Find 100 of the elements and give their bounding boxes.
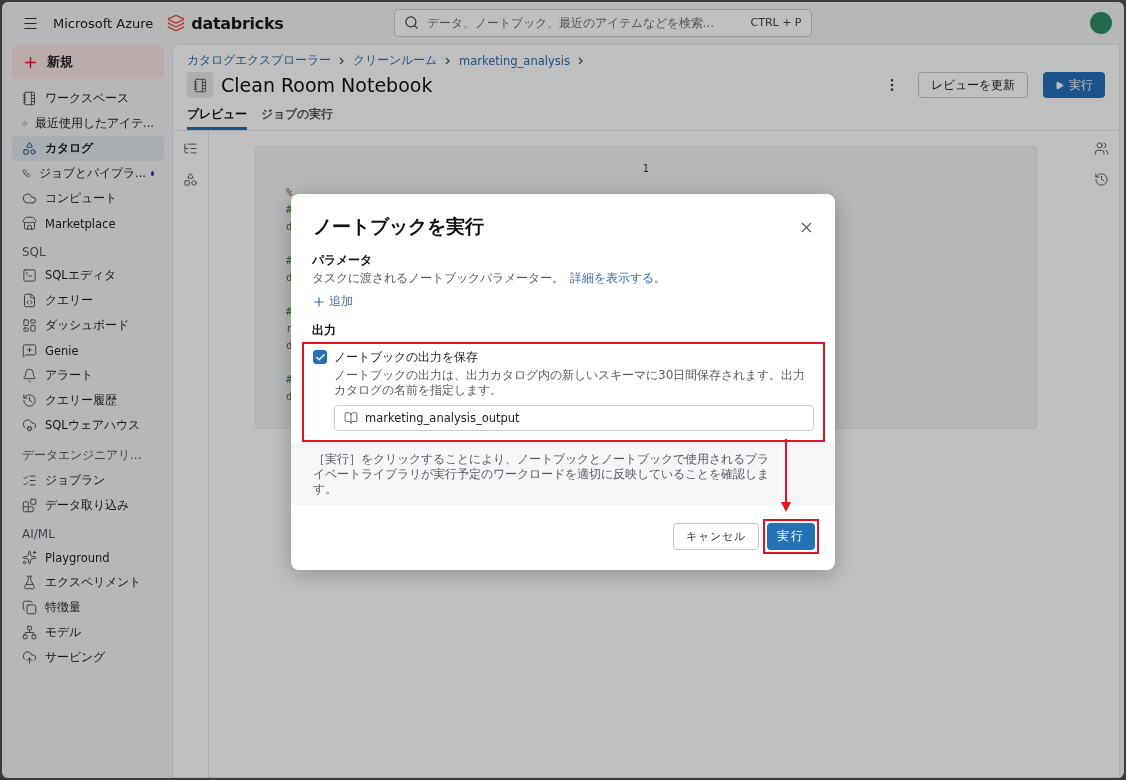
cloud-upload-icon [22, 650, 37, 665]
book-icon [344, 411, 358, 425]
sidebar-item[interactable]: コンピュート [12, 186, 164, 211]
chevron-icon [339, 56, 345, 65]
sidebar-item[interactable]: 最近使用したアイテ... [12, 111, 164, 136]
run-button[interactable]: 実行 [1043, 72, 1105, 98]
notebook-badge [187, 72, 213, 98]
dashboard-icon [22, 318, 37, 333]
review-button[interactable]: レビューを更新 [918, 72, 1028, 98]
sidebar-item[interactable]: ワークスペース [12, 86, 164, 111]
chevron-icon [577, 56, 584, 65]
sidebar-item-label: エクスペリメント [45, 575, 141, 590]
terminal-icon [22, 268, 37, 283]
tab[interactable]: プレビュー [187, 103, 247, 130]
sidebar-item[interactable]: Genie [12, 338, 164, 363]
sidebar-item-label: データ取り込み [45, 498, 129, 513]
details-link[interactable]: 詳細を表示する。 [570, 271, 666, 285]
sidebar-item[interactable]: クエリー履歴 [12, 388, 164, 413]
stacked-layers-icon [167, 14, 186, 32]
sidebar-item[interactable]: アラート [12, 363, 164, 388]
parameters-description: タスクに渡されるノートブックパラメーター。 [312, 271, 564, 285]
sidebar-item[interactable]: SQLウェアハウス [12, 413, 164, 438]
sidebar-item[interactable]: SQLエディタ [12, 263, 164, 288]
history-icon [22, 393, 37, 408]
blocks-icon [22, 498, 37, 513]
play-icon [1055, 80, 1064, 90]
shortcut-hint: CTRL + P [750, 16, 802, 29]
network-icon [22, 625, 37, 640]
sidebar-item-label: サービング [45, 650, 105, 665]
flask-icon [22, 575, 37, 590]
notebook-icon [22, 91, 37, 106]
code-text: % [286, 186, 293, 198]
output-description: ノートブックの出力は、出力カタログ内の新しいスキーマに30日間保存されます。出力カタログの名前を指定します。 [334, 368, 807, 398]
add-button[interactable]: 追加 [302, 293, 353, 310]
sidebar-item[interactable]: ジョブとパイプラ... [12, 161, 164, 186]
plus-icon [312, 294, 326, 309]
sidebar-item[interactable]: エクスペリメント [12, 570, 164, 595]
sidebar-item-label: Genie [45, 343, 79, 358]
brand-name: Microsoft Azure [53, 15, 154, 31]
stacked-squares-icon [22, 600, 37, 615]
page-title: Clean Room Notebook [221, 74, 434, 96]
sidebar-item-label: SQLウェアハウス [45, 418, 140, 433]
section-heading: 出力 [311, 322, 337, 339]
sidebar-item-label: ダッシュボード [45, 318, 129, 333]
search-icon [403, 15, 419, 30]
sidebar-item-label: アラート [45, 368, 93, 383]
sidebar-item[interactable]: 特徴量 [12, 595, 164, 620]
breadcrumb-link[interactable]: カタログエクスプローラー [187, 53, 331, 68]
cell-number: 1 [642, 163, 650, 174]
sidebar-item[interactable]: サービング [12, 645, 164, 670]
breadcrumb-link[interactable]: marketing_analysis [459, 53, 570, 68]
new-button[interactable]: 新規 [12, 45, 164, 79]
sidebar-item-label: カタログ [45, 141, 93, 156]
avatar[interactable] [1090, 12, 1112, 34]
section-heading: SQL [21, 244, 47, 261]
checkbox-label: ノートブックの出力を保存 [334, 349, 479, 366]
sidebar-item-label: ジョブとパイプラ... [39, 166, 146, 181]
section-heading: AI/ML [21, 526, 56, 543]
sidebar-item[interactable]: モデル [12, 620, 164, 645]
people-icon[interactable] [1093, 141, 1109, 156]
store-icon [22, 216, 37, 231]
sidebar-item-label: クエリー [45, 293, 93, 308]
section-heading: データエンジニアリ... [21, 447, 143, 464]
file-code-icon [22, 293, 37, 308]
sidebar-item[interactable]: データ取り込み [12, 493, 164, 518]
cloud-gear-icon [22, 418, 37, 433]
shapes-icon [22, 141, 37, 156]
chevron-icon [445, 56, 451, 65]
sidebar-item-label: Marketplace [45, 216, 116, 231]
sparkles-icon [22, 550, 37, 565]
sidebar-item-label: モデル [45, 625, 81, 640]
code-text: d [286, 339, 293, 351]
sidebar-item[interactable]: クエリー [12, 288, 164, 313]
sidebar-item-label: 最近使用したアイテ... [35, 116, 154, 131]
sidebar-item-label: コンピュート [45, 191, 117, 206]
sidebar-item-label: 特徴量 [45, 600, 81, 615]
confirm-button[interactable]: 実行 [767, 523, 815, 550]
section-heading: パラメータ [311, 252, 373, 269]
code-text: d [286, 220, 293, 232]
cancel-button[interactable]: キャンセル [673, 523, 759, 550]
sidebar-item[interactable]: Marketplace [12, 211, 164, 236]
sidebar-item[interactable]: ジョブラン [12, 468, 164, 493]
sidebar-item[interactable]: ダッシュボード [12, 313, 164, 338]
cloud-icon [22, 191, 37, 206]
outline-icon[interactable] [183, 141, 198, 156]
sidebar-item-label: SQLエディタ [45, 268, 116, 283]
dialog-title: ノートブックを実行 [313, 214, 484, 239]
breadcrumb-link[interactable]: クリーンルーム [353, 53, 437, 68]
catalog-field[interactable]: marketing_analysis_output [334, 405, 814, 431]
checkbox[interactable] [313, 350, 327, 364]
tab[interactable]: ジョブの実行 [261, 103, 333, 130]
shapes-icon[interactable] [183, 172, 198, 187]
chat-plus-icon [22, 343, 37, 358]
sidebar-item[interactable]: Playground [12, 545, 164, 570]
sidebar-item-label: Playground [45, 550, 110, 565]
sidebar-item[interactable]: カタログ [12, 136, 164, 161]
code-text: d [286, 390, 293, 402]
history-icon[interactable] [1093, 172, 1109, 187]
sidebar-item-label: ワークスペース [45, 91, 129, 106]
code-text: d [286, 271, 293, 283]
